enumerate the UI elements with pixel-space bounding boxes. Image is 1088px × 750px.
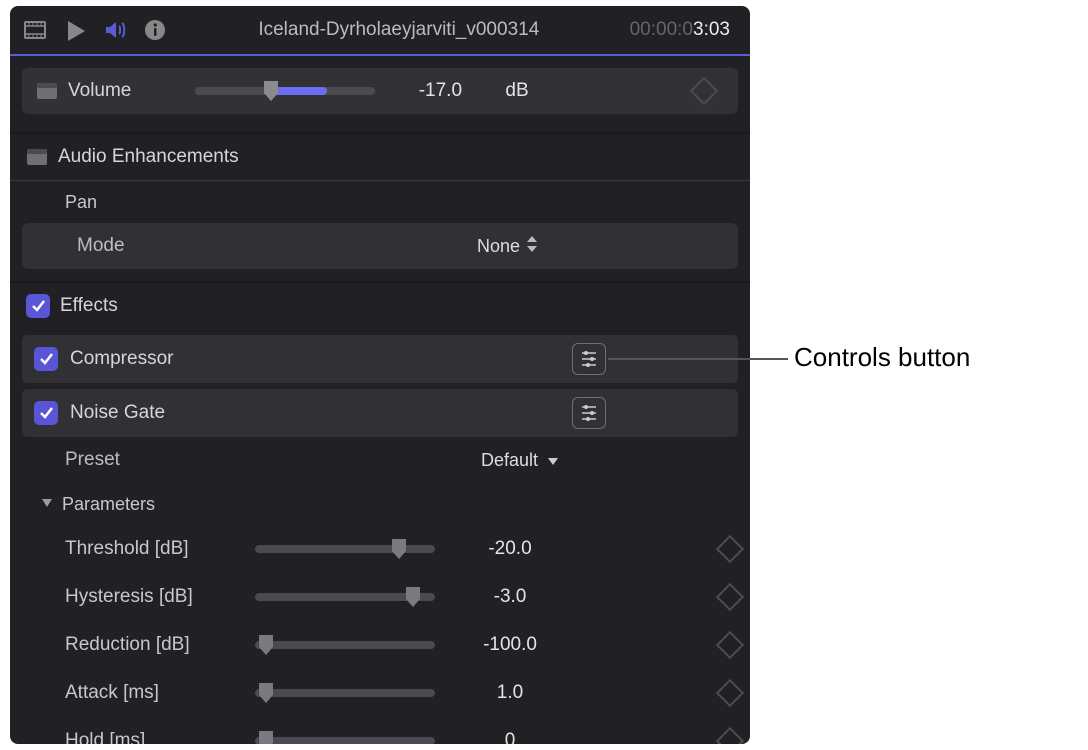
pan-mode-popup[interactable]: None <box>477 236 538 257</box>
keyframe-button[interactable] <box>716 727 744 744</box>
effect-name: Noise Gate <box>70 402 165 424</box>
keyframe-button[interactable] <box>716 535 744 563</box>
param-slider[interactable] <box>255 641 435 649</box>
callout-text: Controls button <box>794 342 970 373</box>
effects-label: Effects <box>60 295 118 317</box>
param-value[interactable]: 1.0 <box>445 682 575 704</box>
param-value[interactable]: 0 <box>445 730 575 744</box>
audio-tab-icon[interactable] <box>102 17 128 43</box>
param-row: Threshold [dB] -20.0 <box>10 525 750 573</box>
volume-unit: dB <box>505 80 545 102</box>
volume-row: Volume -17.0 dB <box>22 68 738 114</box>
param-row: Reduction [dB] -100.0 <box>10 621 750 669</box>
inspector-header: Iceland-Dyrholaeyjarviti_v000314 00:00:0… <box>10 6 750 56</box>
param-value[interactable]: -3.0 <box>445 586 575 608</box>
param-label: Threshold [dB] <box>65 538 255 560</box>
param-value[interactable]: -100.0 <box>445 634 575 656</box>
effects-header[interactable]: Effects <box>10 283 750 329</box>
param-label: Reduction [dB] <box>65 634 255 656</box>
param-slider[interactable] <box>255 689 435 697</box>
preset-label: Preset <box>65 449 120 471</box>
parameters-header[interactable]: Parameters <box>10 483 750 525</box>
param-row: Hold [ms] 0 <box>10 717 750 744</box>
param-row: Hysteresis [dB] -3.0 <box>10 573 750 621</box>
param-label: Attack [ms] <box>65 682 255 704</box>
effect-name: Compressor <box>70 348 173 370</box>
volume-value[interactable]: -17.0 <box>385 80 495 102</box>
callout-line <box>608 358 788 360</box>
keyframe-button[interactable] <box>716 631 744 659</box>
effect-row-noise-gate[interactable]: Noise Gate <box>22 389 738 437</box>
clip-name: Iceland-Dyrholaeyjarviti_v000314 <box>168 19 630 41</box>
info-tab-icon[interactable] <box>142 17 168 43</box>
pan-mode-label: Mode <box>77 235 125 257</box>
preset-row: Preset Default <box>10 437 750 483</box>
audio-enhancements-label: Audio Enhancements <box>58 146 239 168</box>
timecode: 00:00:03:03 <box>630 19 738 41</box>
controls-button[interactable] <box>572 397 606 429</box>
video-tab-icon[interactable] <box>22 17 48 43</box>
param-label: Hold [ms] <box>65 730 255 744</box>
keyframe-button[interactable] <box>690 77 718 105</box>
pan-header[interactable]: Pan <box>10 181 750 223</box>
effects-checkbox[interactable] <box>26 294 50 318</box>
param-row: Attack [ms] 1.0 <box>10 669 750 717</box>
audio-inspector-panel: Iceland-Dyrholaeyjarviti_v000314 00:00:0… <box>10 6 750 744</box>
effect-checkbox[interactable] <box>34 401 58 425</box>
preset-popup[interactable]: Default <box>481 450 560 471</box>
audio-enhancements-header[interactable]: Audio Enhancements <box>10 134 750 180</box>
color-tab-icon[interactable] <box>62 17 88 43</box>
param-slider[interactable] <box>255 737 435 744</box>
section-icon <box>36 82 58 100</box>
chevron-down-icon <box>546 450 560 471</box>
pan-mode-row: Mode None <box>22 223 738 269</box>
keyframe-button[interactable] <box>716 679 744 707</box>
controls-button[interactable] <box>572 343 606 375</box>
param-slider[interactable] <box>255 593 435 601</box>
param-value[interactable]: -20.0 <box>445 538 575 560</box>
volume-slider[interactable] <box>195 87 375 95</box>
volume-label: Volume <box>68 80 131 102</box>
effect-checkbox[interactable] <box>34 347 58 371</box>
up-down-icon <box>526 236 538 257</box>
disclosure-triangle-icon[interactable] <box>40 494 54 515</box>
keyframe-button[interactable] <box>716 583 744 611</box>
section-icon <box>26 148 48 166</box>
param-label: Hysteresis [dB] <box>65 586 255 608</box>
param-slider[interactable] <box>255 545 435 553</box>
